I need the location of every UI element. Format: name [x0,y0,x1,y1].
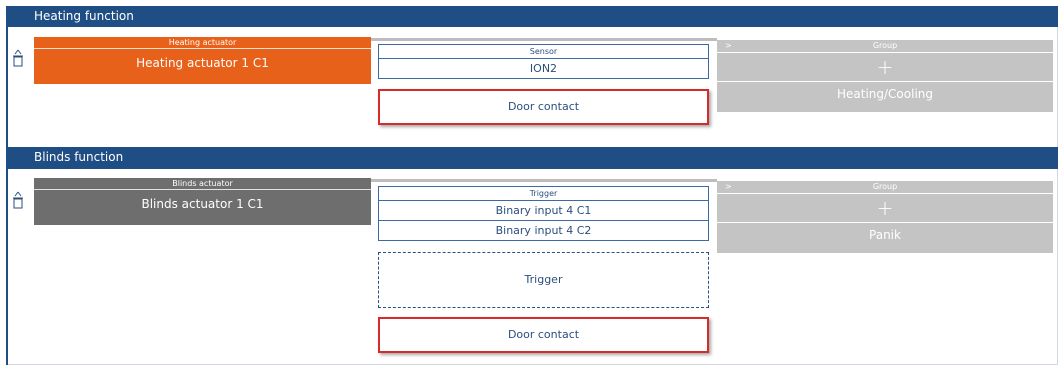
heating-section-rule [6,27,8,147]
blinds-actuator-block[interactable]: Blinds actuator Blinds actuator 1 C1 [34,178,371,225]
chevron-right-icon[interactable]: > [725,181,732,193]
blinds-actuator-caption: Blinds actuator [34,178,371,190]
add-icon[interactable]: + [717,194,1053,222]
blinds-connector-line [371,179,717,182]
trigger-caption: Trigger [379,187,708,201]
blinds-section-rule [6,168,8,365]
trigger-item[interactable]: Binary input 4 C1 [379,201,708,220]
blinds-function-title: Blinds function [34,150,124,164]
heating-door-contact[interactable]: Door contact [378,89,709,125]
heating-group-block[interactable]: > Group + Heating/Cooling [717,40,1053,112]
trash-icon[interactable] [12,190,24,210]
heating-actuator-block[interactable]: Heating actuator Heating actuator 1 C1 [34,37,371,84]
trash-icon[interactable] [12,48,24,68]
heating-group-caption-row: > Group [717,40,1053,53]
blinds-group-name: Panik [717,222,1053,248]
blinds-section-divider [6,168,1058,169]
add-trigger-slot[interactable]: Trigger [378,252,709,308]
chevron-right-icon[interactable]: > [725,40,732,52]
heating-connector-line [371,38,717,41]
heating-actuator-name: Heating actuator 1 C1 [136,56,269,70]
heating-sensor-box[interactable]: Sensor ION2 [378,44,709,79]
blinds-group-block[interactable]: > Group + Panik [717,181,1053,253]
blinds-door-contact[interactable]: Door contact [378,317,709,353]
blinds-trigger-box[interactable]: Trigger Binary input 4 C1 Binary input 4… [378,186,709,241]
heating-actuator-caption: Heating actuator [34,37,371,49]
heating-function-header: Heating function [6,6,1058,27]
blinds-function-header: Blinds function [6,147,1058,168]
group-caption: Group [872,182,898,191]
heating-function-title: Heating function [34,9,134,23]
add-icon[interactable]: + [717,53,1053,81]
group-caption: Group [872,41,898,50]
trigger-item[interactable]: Binary input 4 C2 [379,220,708,240]
sensor-item[interactable]: ION2 [379,59,708,78]
heating-group-name: Heating/Cooling [717,81,1053,107]
blinds-group-caption-row: > Group [717,181,1053,194]
blinds-actuator-name: Blinds actuator 1 C1 [141,197,264,211]
sensor-caption: Sensor [379,45,708,59]
